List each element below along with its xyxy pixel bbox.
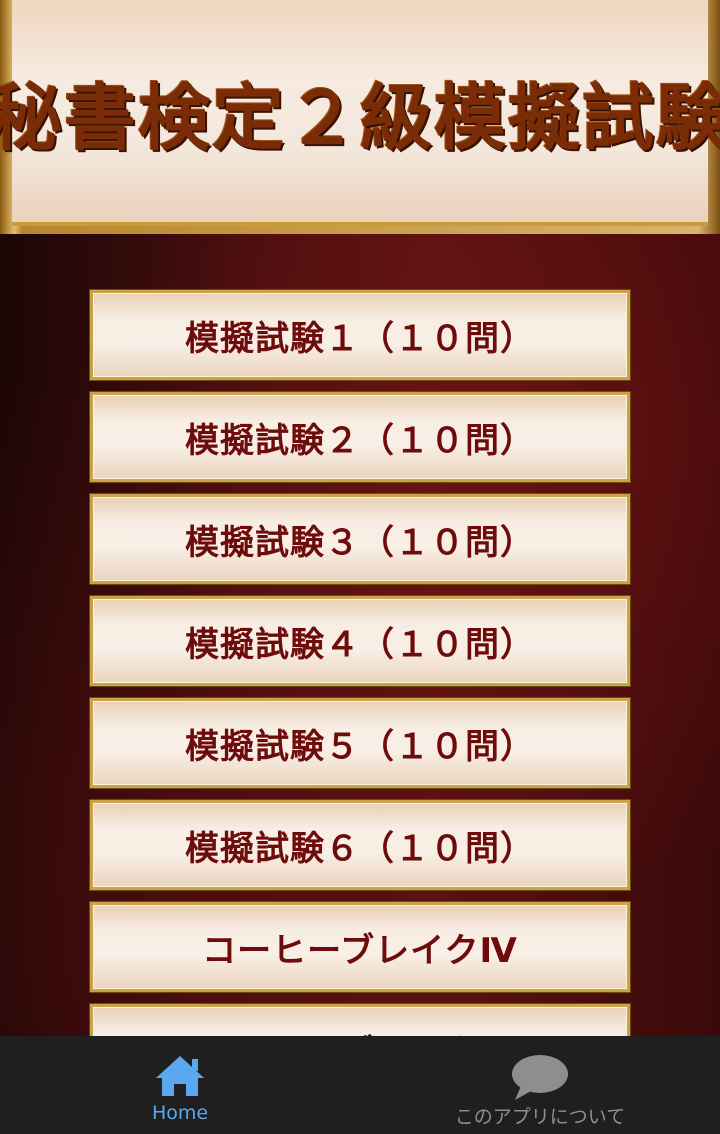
menu-item-label: 模擬試験１（１０問） <box>185 318 535 359</box>
app-title: 秘書検定２級模擬試験 <box>0 75 720 160</box>
menu-item-label: 模擬試験５（１０問） <box>185 726 535 767</box>
bottom-tab-bar: Home このアプリについて <box>0 1036 720 1134</box>
home-icon <box>154 1054 206 1102</box>
header-banner: 秘書検定２級模擬試験 <box>0 0 720 234</box>
exam-4-button[interactable]: 模擬試験４（１０問） <box>90 596 630 686</box>
exam-5-button[interactable]: 模擬試験５（１０問） <box>90 698 630 788</box>
tab-about[interactable]: このアプリについて <box>360 1036 720 1134</box>
chat-bubble-icon <box>511 1054 569 1104</box>
menu-item-label: コーヒーブレイクⅣ <box>202 930 518 971</box>
coffee-break-button[interactable]: コーヒーブレイクⅣ <box>90 902 630 992</box>
exam-3-button[interactable]: 模擬試験３（１０問） <box>90 494 630 584</box>
menu-item-label: 模擬試験３（１０問） <box>185 522 535 563</box>
coffee-break-button-2[interactable]: コーヒーブレイクⅣ <box>90 1004 630 1036</box>
tab-home[interactable]: Home <box>0 1036 360 1134</box>
menu-item-label: 模擬試験４（１０問） <box>185 624 535 665</box>
menu-item-label: コーヒーブレイクⅣ <box>202 1025 518 1037</box>
tab-about-label: このアプリについて <box>454 1106 626 1128</box>
menu-item-label: 模擬試験２（１０問） <box>185 420 535 461</box>
exam-menu: 模擬試験１（１０問） 模擬試験２（１０問） 模擬試験３（１０問） 模擬試験４（１… <box>90 290 630 1036</box>
menu-item-label: 模擬試験６（１０問） <box>185 828 535 869</box>
tab-home-label: Home <box>151 1102 209 1124</box>
exam-2-button[interactable]: 模擬試験２（１０問） <box>90 392 630 482</box>
exam-1-button[interactable]: 模擬試験１（１０問） <box>90 290 630 380</box>
main-content: 模擬試験１（１０問） 模擬試験２（１０問） 模擬試験３（１０問） 模擬試験４（１… <box>0 234 720 1036</box>
exam-6-button[interactable]: 模擬試験６（１０問） <box>90 800 630 890</box>
header-plate: 秘書検定２級模擬試験 <box>0 0 720 226</box>
